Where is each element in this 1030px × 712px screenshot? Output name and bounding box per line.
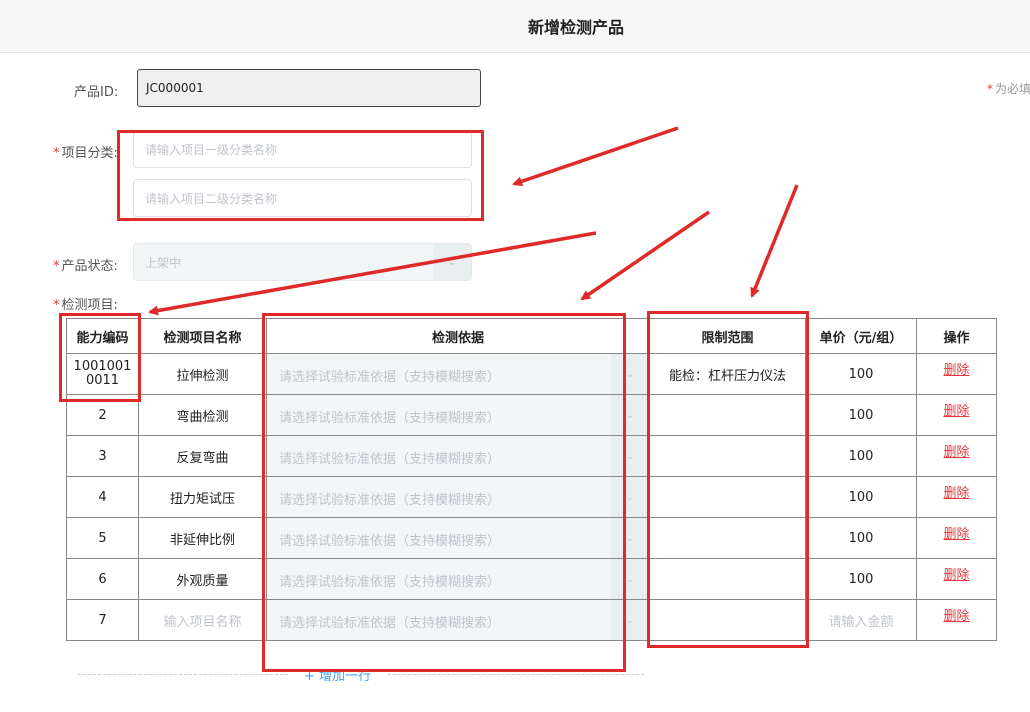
delete-link[interactable]: 删除 <box>943 609 969 624</box>
table-row: 4 扭力矩试压 请选择试验标准依据（支持模糊搜索） ⌄ 100 删除 <box>66 476 997 518</box>
required-note: * 为必填 <box>987 82 1030 96</box>
table-row: 6 外观质量 请选择试验标准依据（支持模糊搜索） ⌄ 100 删除 <box>66 558 997 600</box>
delete-cell: 删除 <box>916 558 997 600</box>
code-cell: 3 <box>66 435 139 477</box>
name-cell[interactable]: 拉伸检测 <box>138 353 267 395</box>
name-cell[interactable]: 扭力矩试压 <box>138 476 267 518</box>
limit-cell[interactable]: 能检：杠杆压力仪法 <box>649 353 806 395</box>
status-label: * 产品状态: <box>53 259 118 274</box>
code-cell: 10010010011 <box>66 353 139 395</box>
limit-cell[interactable] <box>649 558 806 600</box>
code-cell: 7 <box>66 599 139 641</box>
header-basis: 检测依据 <box>266 318 650 354</box>
price-cell[interactable]: 100 <box>805 394 917 436</box>
delete-cell: 删除 <box>916 353 997 395</box>
price-cell[interactable]: 100 <box>805 558 917 600</box>
code-cell: 4 <box>66 476 139 518</box>
header-action: 操作 <box>916 318 997 354</box>
delete-cell: 删除 <box>916 394 997 436</box>
basis-select[interactable]: 请选择试验标准依据（支持模糊搜索） ⌄ <box>266 517 650 559</box>
price-input[interactable]: 请输入金额 <box>805 599 917 641</box>
name-cell[interactable]: 弯曲检测 <box>138 394 267 436</box>
basis-select[interactable]: 请选择试验标准依据（支持模糊搜索） ⌄ <box>266 558 650 600</box>
chevron-down-icon: ⌄ <box>611 354 649 394</box>
category-level2-input[interactable]: 请输入项目二级分类名称 <box>133 179 472 217</box>
basis-select[interactable]: 请选择试验标准依据（支持模糊搜索） ⌄ <box>266 476 650 518</box>
delete-link[interactable]: 删除 <box>943 568 969 583</box>
arrow-category <box>512 126 679 187</box>
header-limit: 限制范围 <box>649 318 806 354</box>
header-price: 单价（元/组） <box>805 318 917 354</box>
limit-cell[interactable] <box>649 599 806 641</box>
delete-link[interactable]: 删除 <box>943 486 969 501</box>
basis-select[interactable]: 请选择试验标准依据（支持模糊搜索） ⌄ <box>266 394 650 436</box>
delete-link[interactable]: 删除 <box>943 404 969 419</box>
delete-cell: 删除 <box>916 435 997 477</box>
table-header-row: 能力编码 检测项目名称 检测依据 限制范围 单价（元/组） 操作 <box>66 318 997 354</box>
product-id-field: JC000001 <box>137 69 481 107</box>
code-cell: 5 <box>66 517 139 559</box>
basis-select[interactable]: 请选择试验标准依据（支持模糊搜索） ⌄ <box>266 353 650 395</box>
chevron-down-icon: ⌄ <box>611 559 649 599</box>
divider <box>78 674 288 675</box>
name-input[interactable]: 输入项目名称 <box>138 599 267 641</box>
name-cell[interactable]: 反复弯曲 <box>138 435 267 477</box>
name-cell[interactable]: 外观质量 <box>138 558 267 600</box>
delete-cell: 删除 <box>916 517 997 559</box>
table-row: 10010010011 拉伸检测 请选择试验标准依据（支持模糊搜索） ⌄ 能检：杠… <box>66 353 997 395</box>
delete-cell: 删除 <box>916 476 997 518</box>
chevron-down-icon: ⌄ <box>611 518 649 558</box>
items-table: 能力编码 检测项目名称 检测依据 限制范围 单价（元/组） 操作 1001001… <box>66 318 997 641</box>
chevron-down-icon: ⌄ <box>611 477 649 517</box>
arrow-basis <box>580 210 710 301</box>
items-label: * 检测项目: <box>53 298 118 313</box>
chevron-down-icon: ⌄ <box>611 436 649 476</box>
page-header: 新增检测产品 <box>0 0 1030 53</box>
table-row: 2 弯曲检测 请选择试验标准依据（支持模糊搜索） ⌄ 100 删除 <box>66 394 997 436</box>
header-name: 检测项目名称 <box>138 318 267 354</box>
add-row-bar: + 增加一行 <box>78 665 644 684</box>
table-row: 7 输入项目名称 请选择试验标准依据（支持模糊搜索） ⌄ 请输入金额 删除 <box>66 599 997 641</box>
product-id-label: 产品ID: <box>74 85 119 100</box>
limit-cell[interactable] <box>649 476 806 518</box>
basis-select[interactable]: 请选择试验标准依据（支持模糊搜索） ⌄ <box>266 435 650 477</box>
delete-link[interactable]: 删除 <box>943 445 969 460</box>
chevron-down-icon: ⌄ <box>611 395 649 435</box>
limit-cell[interactable] <box>649 517 806 559</box>
limit-cell[interactable] <box>649 435 806 477</box>
category-level1-input[interactable]: 请输入项目一级分类名称 <box>133 131 472 168</box>
header-code: 能力编码 <box>66 318 139 354</box>
divider <box>388 674 644 675</box>
delete-link[interactable]: 删除 <box>943 363 969 378</box>
chevron-down-icon: ⌄ <box>611 600 649 640</box>
code-cell: 6 <box>66 558 139 600</box>
limit-cell[interactable] <box>649 394 806 436</box>
add-row-button[interactable]: + 增加一行 <box>304 665 371 684</box>
price-cell[interactable]: 100 <box>805 476 917 518</box>
price-cell[interactable]: 100 <box>805 517 917 559</box>
page-title: 新增检测产品 <box>527 18 624 37</box>
chevron-down-icon: ⌄ <box>433 244 471 280</box>
basis-select[interactable]: 请选择试验标准依据（支持模糊搜索） ⌄ <box>266 599 650 641</box>
table-row: 3 反复弯曲 请选择试验标准依据（支持模糊搜索） ⌄ 100 删除 <box>66 435 997 477</box>
price-cell[interactable]: 100 <box>805 353 917 395</box>
code-cell: 2 <box>66 394 139 436</box>
category-label: * 项目分类: <box>53 146 118 161</box>
name-cell[interactable]: 非延伸比例 <box>138 517 267 559</box>
delete-link[interactable]: 删除 <box>943 527 969 542</box>
arrow-limit <box>750 184 799 298</box>
status-select[interactable]: 上架中 ⌄ <box>133 243 472 281</box>
table-row: 5 非延伸比例 请选择试验标准依据（支持模糊搜索） ⌄ 100 删除 <box>66 517 997 559</box>
delete-cell: 删除 <box>916 599 997 641</box>
status-value: 上架中 <box>145 255 182 270</box>
price-cell[interactable]: 100 <box>805 435 917 477</box>
